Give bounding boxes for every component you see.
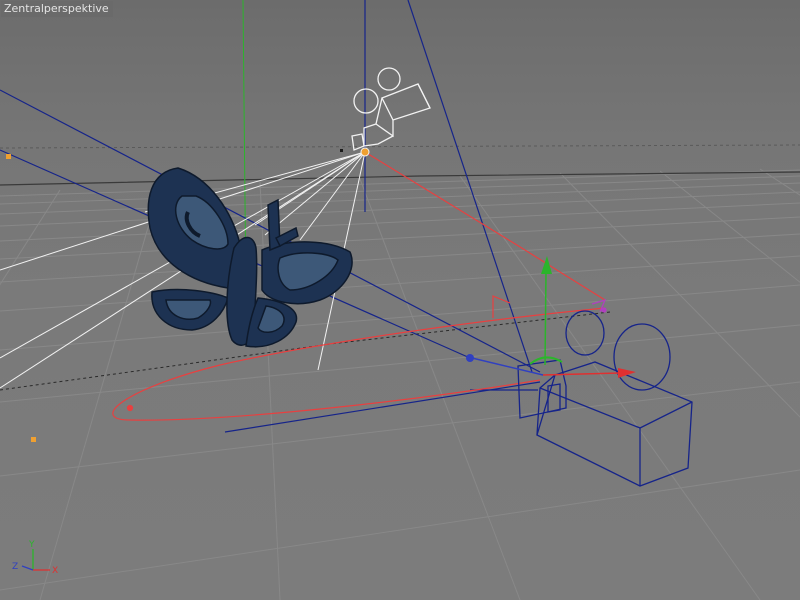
main-camera[interactable] (517, 310, 693, 487)
axis-label-y: Y (28, 540, 35, 550)
axis-orientation-gizmo: Y Z X (12, 540, 58, 576)
null-marker (340, 149, 343, 152)
3d-viewport[interactable]: Y Z X Zentralperspektive (0, 0, 800, 600)
move-gizmo[interactable] (466, 256, 636, 378)
axis-label-z: Z (12, 562, 18, 572)
camera-plane-dashed-line (0, 144, 800, 149)
floor-grid (0, 168, 800, 600)
top-camera[interactable] (351, 67, 431, 151)
top-camera-origin[interactable] (360, 147, 370, 157)
viewport-title[interactable]: Zentralperspektive (1, 1, 113, 17)
scene-canvas[interactable]: Y Z X (0, 0, 800, 600)
handle-left[interactable] (6, 154, 11, 159)
handle-bottom[interactable] (31, 437, 36, 442)
axis-label-x: X (52, 566, 58, 576)
